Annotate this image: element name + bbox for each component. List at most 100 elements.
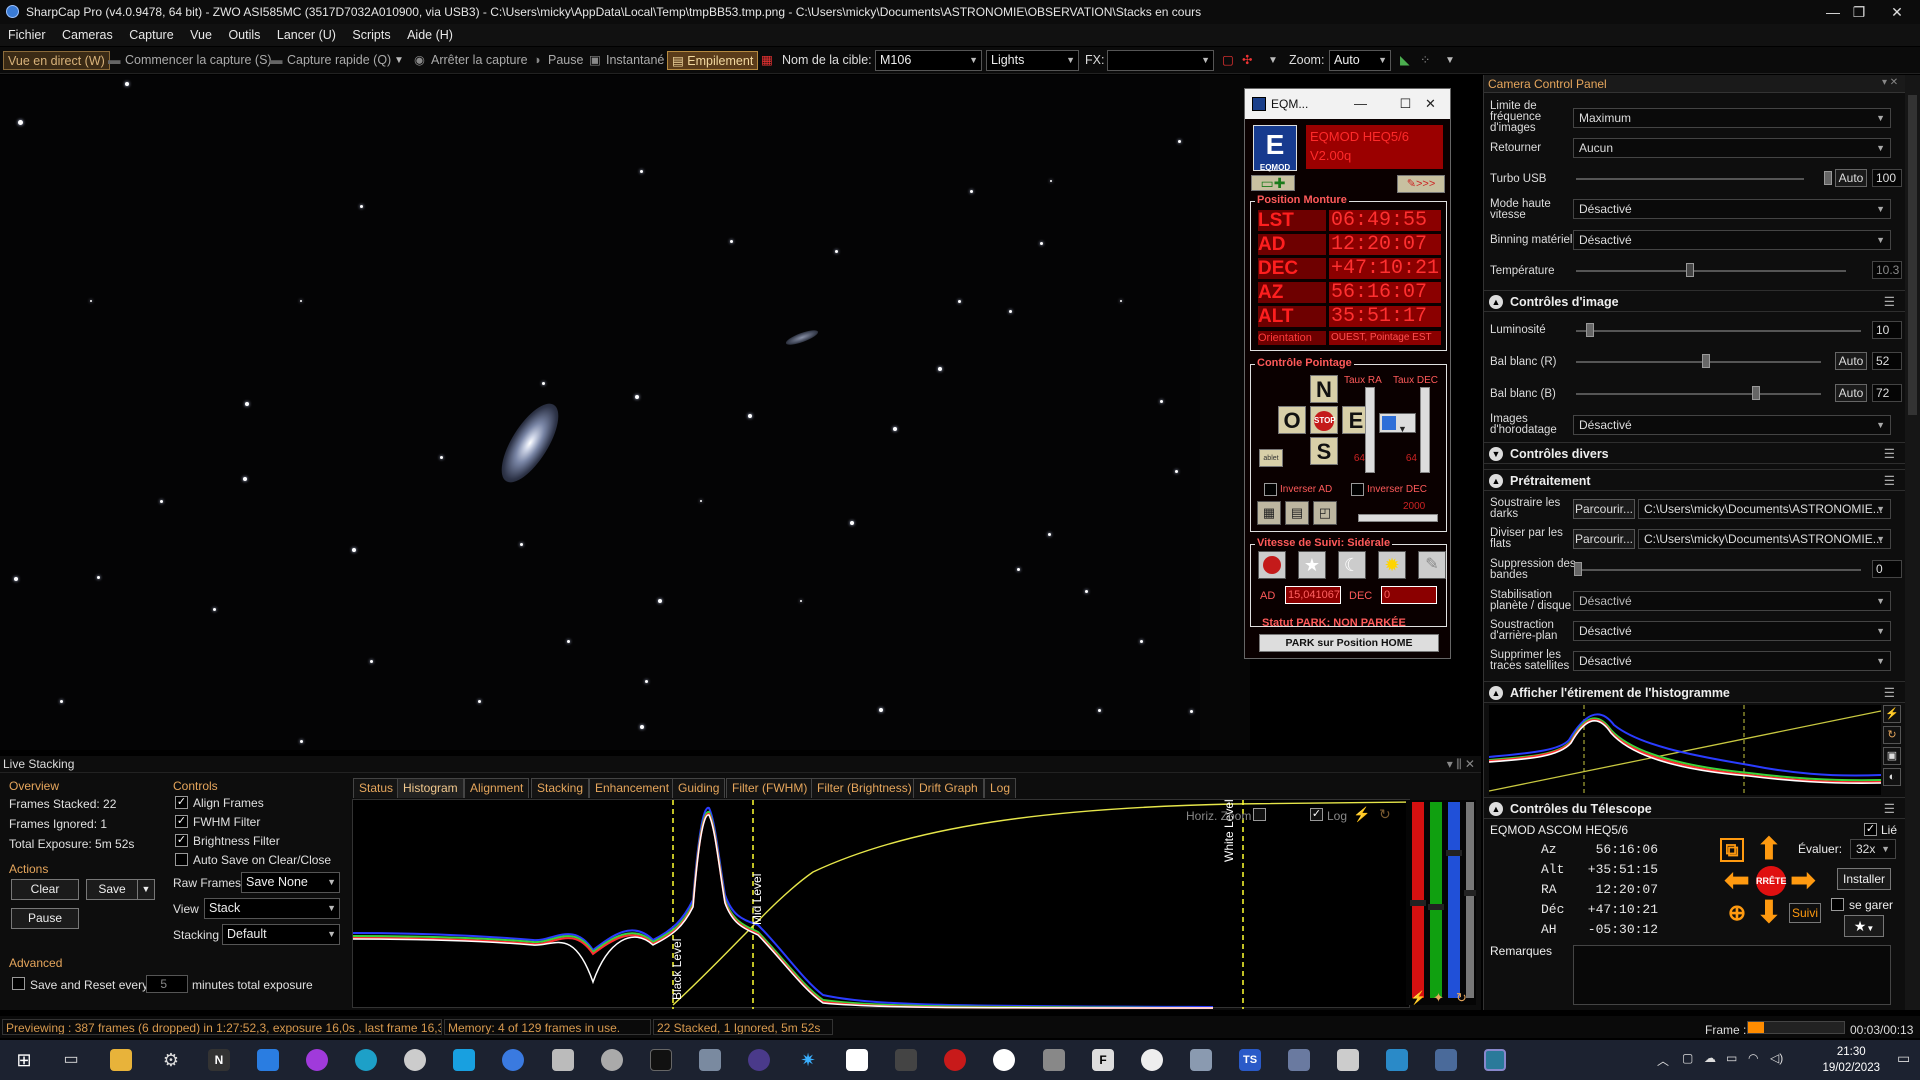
blue-level-slider[interactable] — [1448, 802, 1460, 998]
frame-rate-select[interactable]: Maximum ▼ — [1573, 108, 1891, 128]
tab-enhancement[interactable]: Enhancement — [589, 778, 676, 798]
slew-stop-button[interactable]: STOP — [1310, 406, 1338, 434]
west-button[interactable]: O — [1278, 406, 1306, 434]
rate-select[interactable]: 32x ▼ — [1850, 839, 1896, 859]
invert-dec-checkbox[interactable] — [1351, 483, 1364, 496]
app-spiral-icon[interactable] — [993, 1049, 1015, 1071]
quick-capture-dropdown-icon[interactable]: ▼ — [394, 51, 404, 70]
level-star-icon[interactable]: ✦ — [1433, 990, 1444, 1006]
telescope-controls-header[interactable]: ▲ Contrôles du Télescope ☰ — [1484, 797, 1905, 819]
preprocessing-header[interactable]: ▲ Prétraitement ☰ — [1484, 469, 1905, 491]
tab-histogram[interactable]: Histogram — [397, 778, 464, 798]
wb-blue-value[interactable]: 72 — [1872, 384, 1902, 402]
close-button[interactable]: ✕ — [1874, 0, 1920, 24]
menu-icon[interactable]: ☰ — [1884, 291, 1895, 313]
tray-device-icon[interactable]: ▢ — [1682, 1051, 1693, 1065]
pad-icon[interactable]: ▦ — [1257, 501, 1281, 525]
rate-ra-slider[interactable] — [1365, 387, 1375, 473]
red-level-thumb[interactable] — [1410, 900, 1426, 906]
lunar-moon-button[interactable]: ☾ — [1338, 551, 1366, 579]
auto-stretch-icon[interactable]: ⚡ — [1353, 806, 1370, 823]
notion-icon[interactable]: N — [208, 1049, 230, 1071]
tab-guiding[interactable]: Guiding — [672, 778, 726, 798]
level-reset-icon[interactable]: ↻ — [1456, 990, 1467, 1006]
eqmod-titlebar[interactable]: EQM... — ☐ ✕ — [1245, 89, 1450, 119]
app-telescope-icon[interactable] — [1386, 1049, 1408, 1071]
pause-button[interactable]: Pause — [11, 908, 79, 929]
tab-drift-graph[interactable]: Drift Graph — [913, 778, 984, 798]
add-device-icon[interactable]: ▭✚ — [1251, 175, 1295, 191]
goto-target-icon[interactable]: ⧉ — [1720, 838, 1744, 862]
tracking-ad-input[interactable]: 15,041067 — [1285, 586, 1341, 604]
fwhm-filter-checkbox[interactable]: ✓ — [175, 815, 188, 828]
wb-blue-thumb[interactable] — [1752, 386, 1760, 400]
align-frames-checkbox[interactable]: ✓ — [175, 796, 188, 809]
rate-preset-select[interactable]: ▼ — [1379, 413, 1416, 434]
follow-button[interactable]: Suivi — [1789, 903, 1821, 923]
menu-outils[interactable]: Outils — [228, 28, 260, 42]
telescope-stop-button[interactable]: RRÊTE — [1756, 866, 1787, 896]
app-globe-icon[interactable] — [404, 1049, 426, 1071]
start-capture-button[interactable]: Commencer la capture (S) — [125, 51, 272, 70]
stacking-select[interactable]: Default ▼ — [222, 924, 340, 945]
eqmod-window[interactable]: EQM... — ☐ ✕ E EQMOD EQMOD HEQ5/6 V2.00q … — [1244, 88, 1451, 659]
app-star-trail-icon[interactable] — [699, 1049, 721, 1071]
panel-scrollbar[interactable] — [1905, 75, 1920, 1010]
windows-start-icon[interactable]: ⊞ — [13, 1049, 35, 1071]
histogram-icon[interactable]: ◣ — [1400, 51, 1410, 70]
tab-filter-brightness[interactable]: Filter (Brightness) — [811, 778, 918, 798]
app-ts-icon[interactable]: TS — [1239, 1049, 1261, 1071]
settings-gear-icon[interactable]: ⚙ — [160, 1049, 182, 1071]
crosshair-icon[interactable]: ✣ — [1242, 51, 1252, 70]
tab-stacking[interactable]: Stacking — [531, 778, 590, 798]
reset-stretch-icon[interactable]: ↻ — [1883, 726, 1901, 744]
slew-north-arrow-icon[interactable]: ⬆ — [1754, 835, 1784, 865]
save-reset-checkbox[interactable] — [12, 977, 25, 990]
file-explorer-icon[interactable] — [110, 1049, 132, 1071]
auto-stretch-icon[interactable]: ⚡ — [1883, 705, 1901, 723]
banding-slider[interactable] — [1576, 569, 1861, 571]
autosave-checkbox[interactable] — [175, 853, 188, 866]
rate-dec-slider[interactable] — [1420, 387, 1430, 473]
horiz-zoom-checkbox[interactable] — [1253, 808, 1266, 821]
app-sparkle-icon[interactable]: ✷ — [797, 1049, 819, 1071]
green-level-slider[interactable] — [1430, 802, 1442, 998]
app-f-icon[interactable]: F — [1092, 1049, 1114, 1071]
lum-level-slider[interactable] — [1466, 802, 1474, 998]
histogram-stretch-header[interactable]: ▲ Afficher l'étirement de l'histogramme ☰ — [1484, 681, 1905, 703]
wb-blue-slider[interactable] — [1576, 393, 1821, 395]
flats-browse-button[interactable]: Parcourir... — [1573, 529, 1635, 549]
app-red-icon[interactable] — [944, 1049, 966, 1071]
app-nasa-icon[interactable] — [1288, 1049, 1310, 1071]
contrast-icon[interactable]: ◐ — [1883, 768, 1901, 786]
fx-select[interactable]: ▼ — [1107, 50, 1214, 71]
hispeed-select[interactable]: Désactivé ▼ — [1573, 199, 1891, 219]
wb-blue-auto-button[interactable]: Auto — [1835, 384, 1867, 402]
tab-filter-fwhm[interactable]: Filter (FWHM) — [726, 778, 814, 798]
tray-battery-icon[interactable]: ▭ — [1726, 1051, 1737, 1065]
pulse-slider[interactable] — [1358, 514, 1438, 522]
tracking-dec-input[interactable]: 0 — [1381, 586, 1437, 604]
eqmod-minimize-button[interactable]: — — [1338, 89, 1383, 119]
menu-fichier[interactable]: Fichier — [8, 28, 46, 42]
tray-wifi-icon[interactable]: ◠ — [1748, 1051, 1758, 1065]
level-auto-icon[interactable]: ⚡ — [1410, 990, 1426, 1006]
timestamp-select[interactable]: Désactivé ▼ — [1573, 415, 1891, 435]
app-dark-icon[interactable] — [650, 1049, 672, 1071]
slew-west-arrow-icon[interactable]: ⬅ — [1722, 866, 1752, 896]
stack-histogram[interactable]: Black Level Mid Level White Level Horiz.… — [352, 799, 1411, 1009]
app-planet-icon[interactable] — [748, 1049, 770, 1071]
panel-scroll-thumb[interactable] — [1908, 95, 1917, 415]
crosshair-target-icon[interactable]: ⊕ — [1722, 898, 1752, 928]
slew-south-arrow-icon[interactable]: ⬇ — [1754, 898, 1784, 928]
stabilization-select[interactable]: Désactivé ▼ — [1573, 591, 1891, 611]
stop-capture-button[interactable]: Arrêter la capture — [431, 51, 528, 70]
menu-cameras[interactable]: Cameras — [62, 28, 113, 42]
solar-sun-button[interactable]: ✹ — [1378, 551, 1406, 579]
darks-browse-button[interactable]: Parcourir... — [1573, 499, 1635, 519]
frame-type-select[interactable]: Lights ▼ — [986, 50, 1079, 71]
linked-checkbox[interactable]: ✓ — [1864, 823, 1877, 836]
banding-thumb[interactable] — [1574, 562, 1582, 576]
misc-controls-header[interactable]: ▼ Contrôles divers ☰ — [1484, 442, 1905, 464]
turbo-usb-thumb[interactable] — [1824, 171, 1832, 185]
